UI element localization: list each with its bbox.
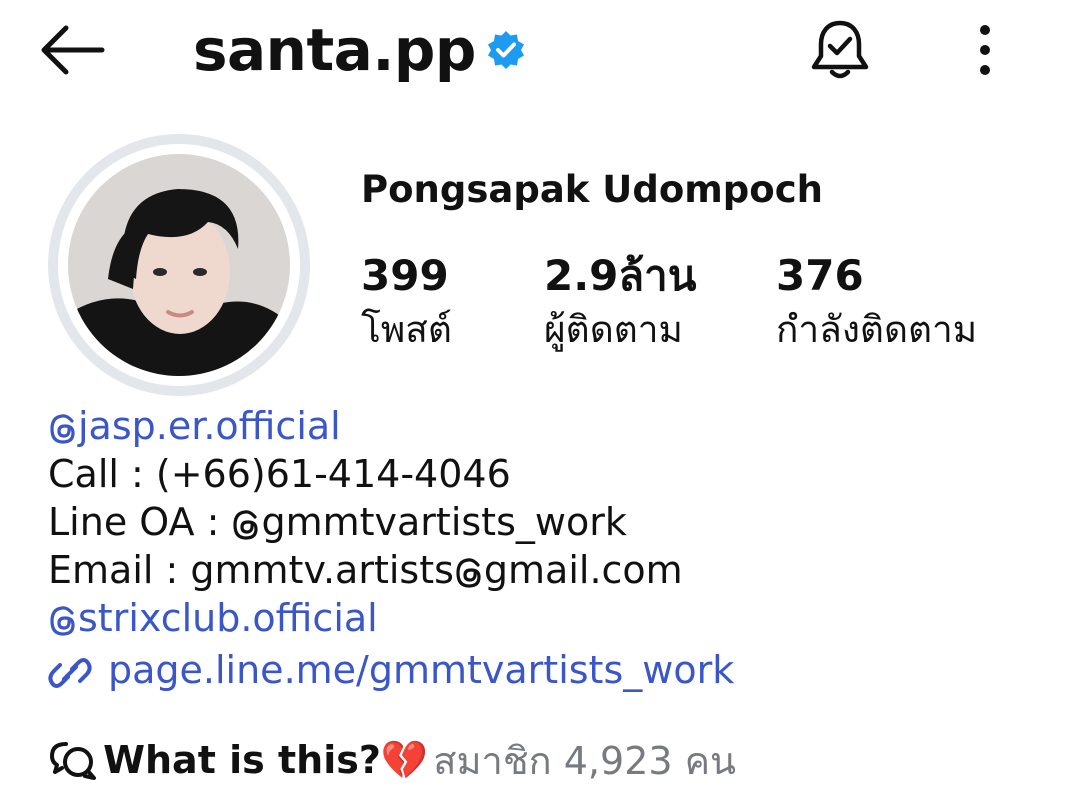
profile-avatar-ring[interactable] [48,134,310,396]
avatar [68,154,290,376]
following-label: กำลังติดตาม [776,308,978,351]
website-link[interactable]: page.line.me/gmmtvartists_work [48,646,1058,694]
threads-icon [50,605,75,636]
posts-label: โพสต์ [361,308,452,351]
threads-handle-text: jasp.er.official [78,404,341,448]
followers-stat[interactable]: 2.9ล้าน ผู้ติดตาม [544,250,696,358]
more-options-icon[interactable] [962,22,1008,78]
channel-title: What is this?💔 [103,738,429,782]
profile-bio: jasp.er.official Call : (+66)61-414-4046… [48,402,1058,694]
followers-count: 2.9ล้าน [544,251,697,300]
chat-bubbles-icon [50,741,96,780]
following-count: 376 [776,251,864,300]
threads-handle-text-2: strixclub.official [78,596,378,640]
avatar-inner [58,144,300,386]
profile-full-name: Pongsapak Udompoch [361,168,823,211]
top-bar: santa.pp [0,0,1080,110]
threads-handle-link-2[interactable]: strixclub.official [48,594,1058,642]
bio-call: Call : (+66)61-414-4046 [48,452,511,496]
following-stat[interactable]: 376 กำลังติดตาม [776,250,977,358]
threads-handle-link[interactable]: jasp.er.official [48,402,1058,450]
avatar-image [68,154,290,376]
threads-icon [50,413,75,444]
email-suffix: gmail.com [483,548,683,592]
profile-username: santa.pp [193,16,476,84]
notification-bell-icon[interactable] [806,16,874,84]
line-oa-handle: gmmtvartists_work [261,500,627,544]
posts-stat[interactable]: 399 โพสต์ [361,250,452,358]
posts-count: 399 [361,251,449,300]
back-arrow-icon[interactable] [36,20,108,80]
link-icon [48,657,92,688]
line-oa-prefix: Line OA : [48,500,232,544]
website-text: page.line.me/gmmtvartists_work [108,648,735,692]
at-symbol-icon [233,509,259,540]
followers-label: ผู้ติดตาม [544,308,683,351]
channel-members: สมาชิก 4,923 คน [433,739,737,783]
bio-line-oa: Line OA : gmmtvartists_work [48,498,1058,546]
verified-badge-icon [488,31,524,69]
broadcast-channel[interactable]: What is this?💔 สมาชิก 4,923 คน [48,730,736,786]
at-symbol-icon [456,557,481,588]
email-prefix: Email : gmmtv.artists [48,548,454,592]
bio-email: Email : gmmtv.artists gmail.com [48,546,1058,594]
